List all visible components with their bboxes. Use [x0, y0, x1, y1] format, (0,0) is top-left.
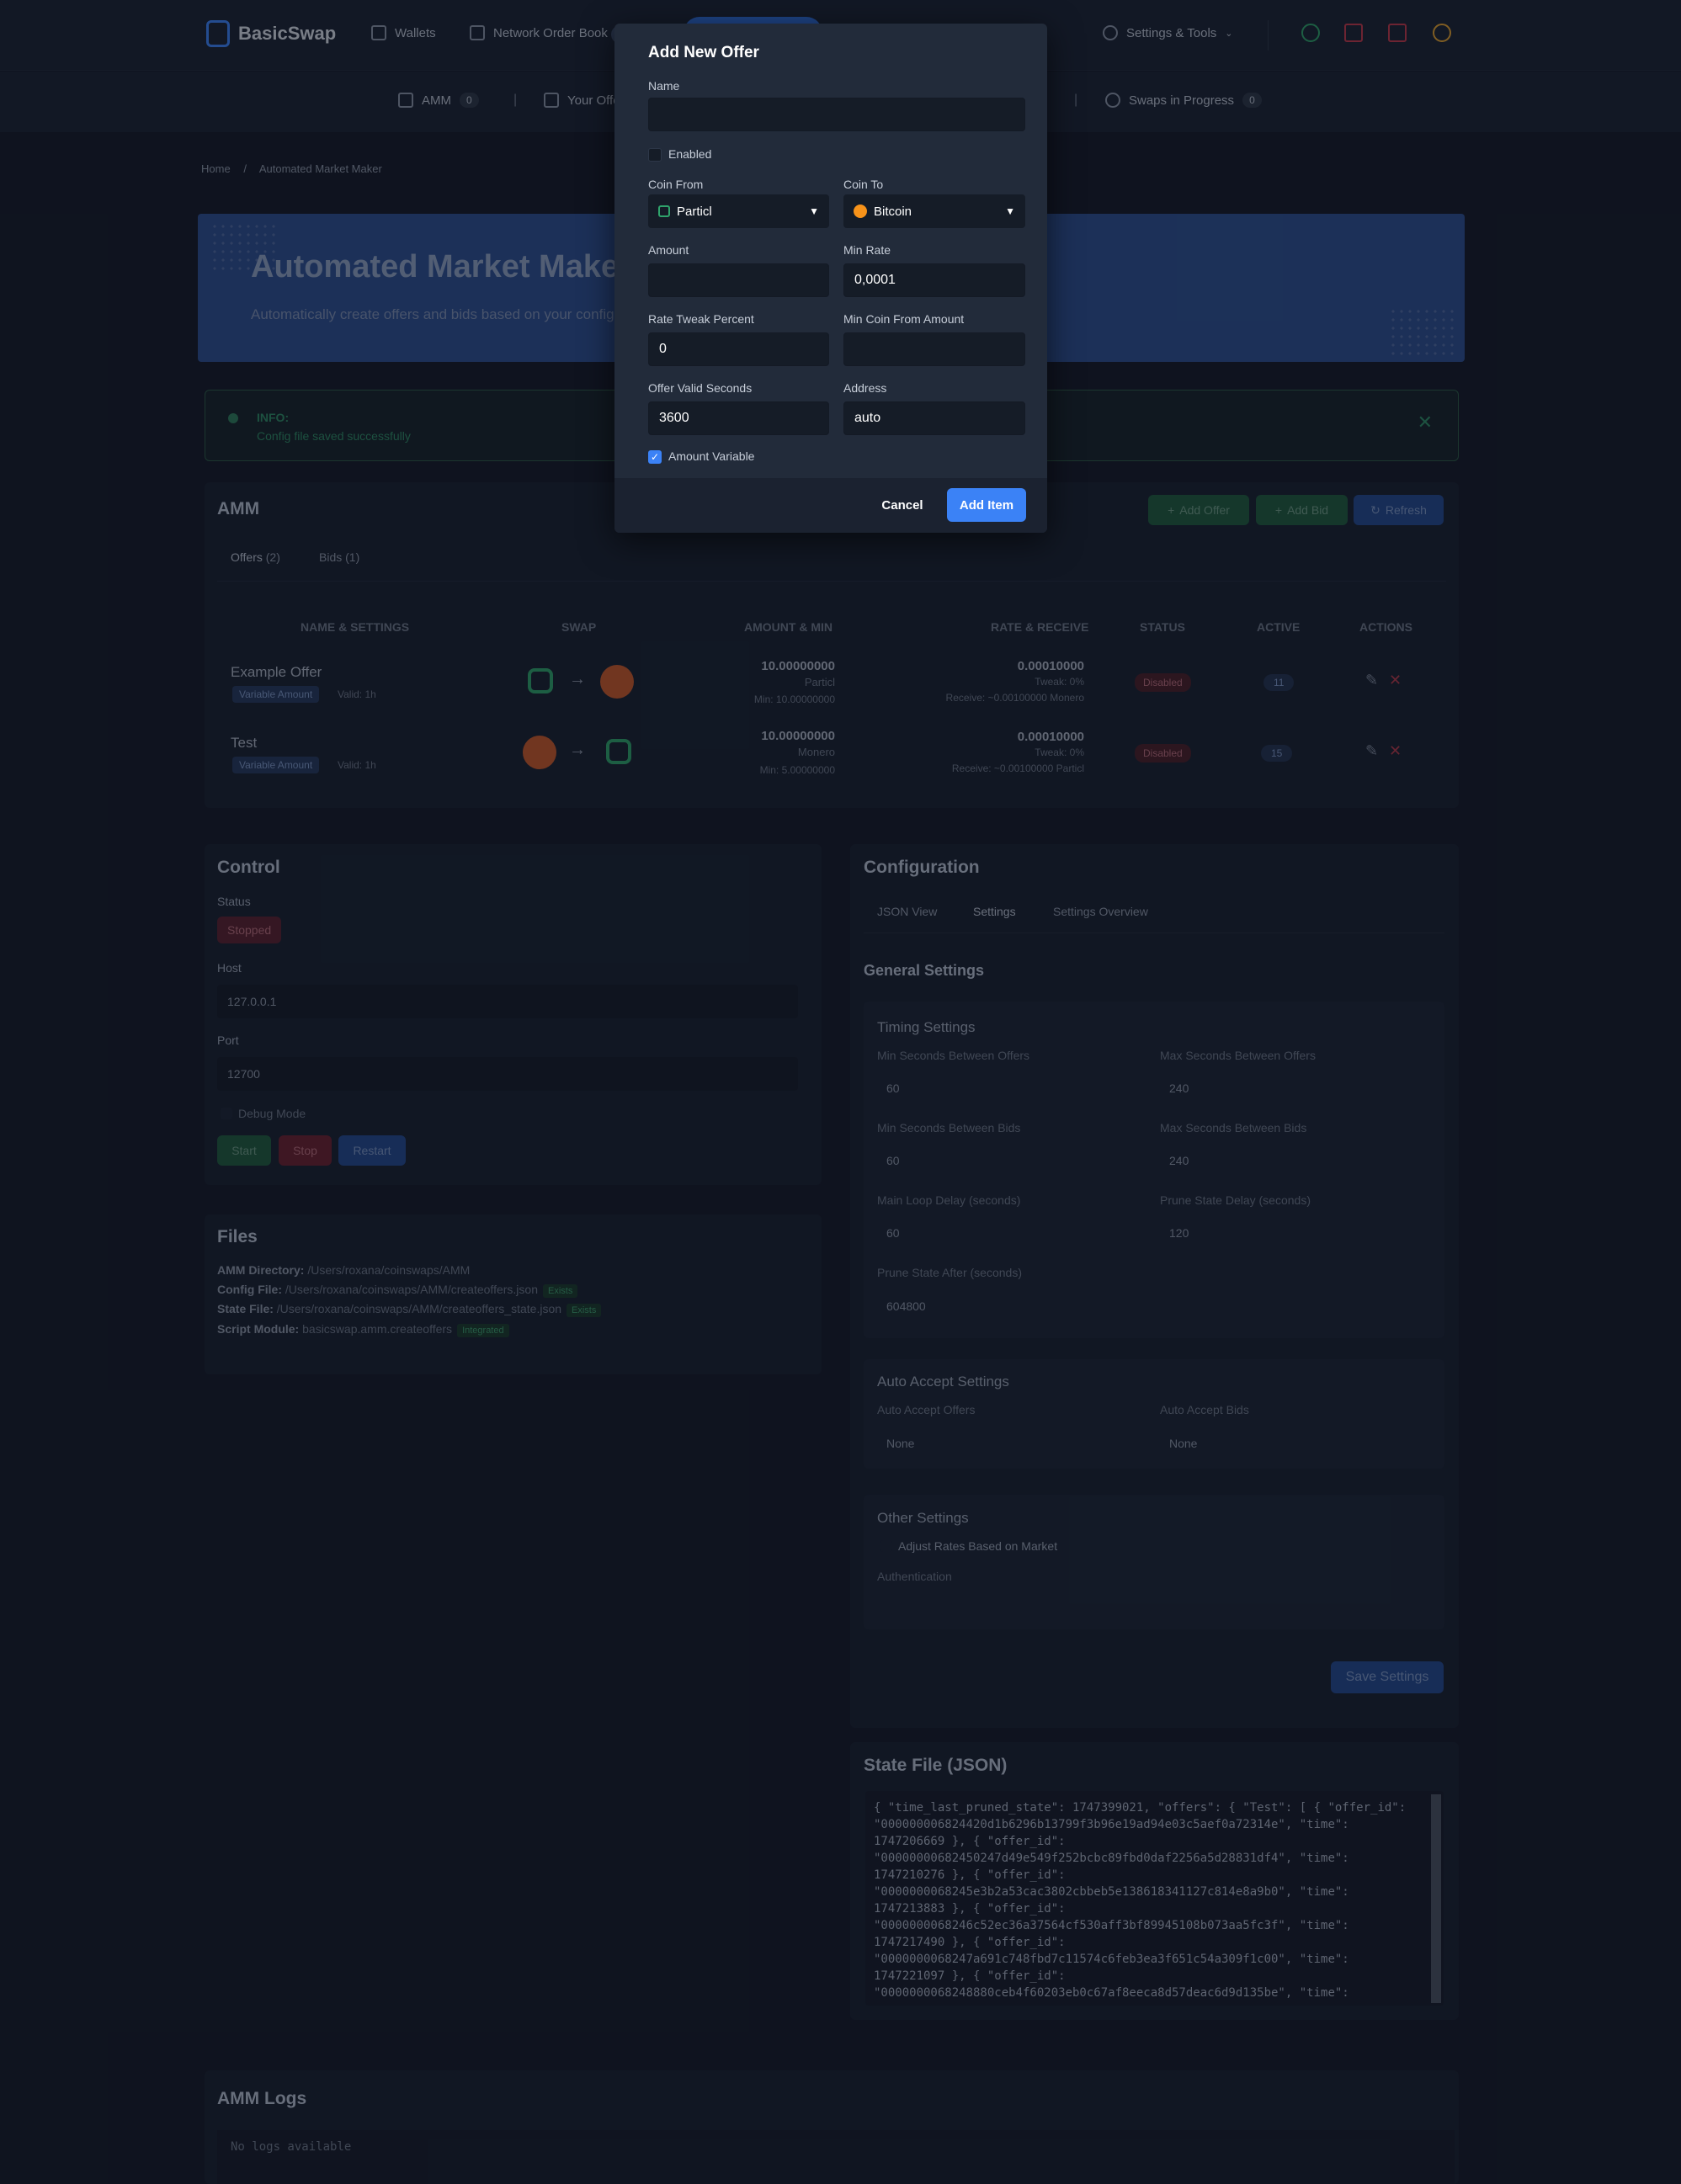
particl-coin-icon: [658, 205, 670, 217]
min-rate-input[interactable]: 0,0001: [843, 263, 1025, 297]
coin-to-select[interactable]: Bitcoin ▼: [843, 194, 1025, 228]
coin-to-label: Coin To: [843, 178, 884, 191]
caret-down-icon: ▼: [1005, 205, 1015, 217]
name-input[interactable]: [648, 98, 1025, 131]
min-coin-from-input[interactable]: [843, 332, 1025, 366]
coin-to-value: Bitcoin: [874, 204, 912, 219]
offer-valid-label: Offer Valid Seconds: [648, 381, 753, 395]
caret-down-icon: ▼: [809, 205, 819, 217]
modal-title: Add New Offer: [648, 44, 759, 61]
min-coin-from-label: Min Coin From Amount: [843, 312, 965, 326]
modal-footer: Cancel Add Item: [614, 478, 1047, 533]
enabled-label: Enabled: [668, 147, 712, 161]
cancel-button[interactable]: Cancel: [869, 488, 936, 522]
name-label: Name: [648, 79, 680, 93]
enabled-checkbox[interactable]: [648, 148, 662, 162]
bitcoin-coin-icon: [854, 205, 867, 218]
amount-label: Amount: [648, 243, 689, 257]
amount-variable-checkbox[interactable]: ✓: [648, 450, 662, 464]
coin-from-label: Coin From: [648, 178, 704, 191]
add-item-button[interactable]: Add Item: [947, 488, 1026, 522]
amount-variable-label: Amount Variable: [668, 449, 755, 463]
min-rate-label: Min Rate: [843, 243, 891, 257]
coin-from-value: Particl: [677, 204, 712, 219]
address-label: Address: [843, 381, 887, 395]
offer-valid-input[interactable]: 3600: [648, 401, 829, 435]
address-input[interactable]: auto: [843, 401, 1025, 435]
add-offer-modal: Add New Offer Name Enabled Coin From Par…: [614, 24, 1047, 533]
coin-from-select[interactable]: Particl ▼: [648, 194, 829, 228]
rate-tweak-label: Rate Tweak Percent: [648, 312, 754, 326]
amount-input[interactable]: [648, 263, 829, 297]
rate-tweak-input[interactable]: 0: [648, 332, 829, 366]
